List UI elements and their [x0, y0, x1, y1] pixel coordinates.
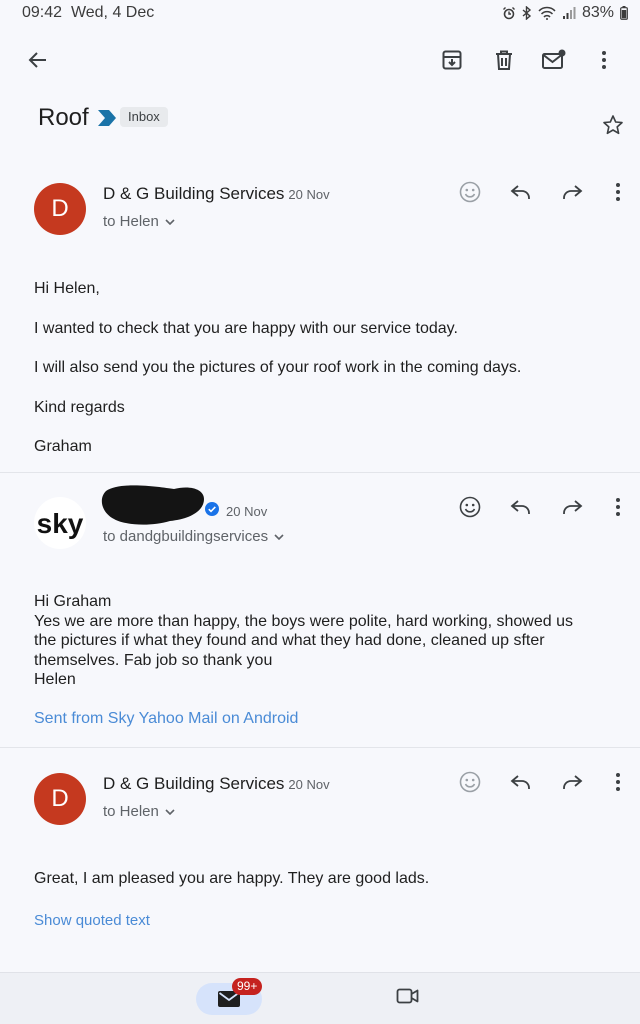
sender-avatar[interactable]: D [34, 773, 86, 825]
back-arrow-icon [28, 52, 46, 68]
alarm-icon [502, 7, 515, 20]
body-line: themselves. Fab job so thank you [34, 651, 273, 669]
battery-icon [620, 6, 628, 20]
recipient-label: to dandgbuildingservices [103, 528, 269, 545]
reply-button[interactable] [501, 487, 541, 527]
recipient-label: to Helen [103, 803, 159, 820]
chevron-down-icon [274, 533, 284, 540]
bluetooth-icon [522, 6, 532, 20]
inbox-label-chip[interactable]: Inbox [120, 107, 168, 127]
message-body: Great, I am pleased you are happy. They … [34, 868, 610, 908]
recipient-toggle[interactable]: to Helen [103, 213, 175, 230]
wifi-icon [538, 6, 556, 20]
bottom-navigation: 99+ [0, 972, 640, 1024]
subject-row: Roof Inbox [38, 100, 640, 136]
trash-icon [496, 50, 512, 70]
message-body: Hi Helen, I wanted to check that you are… [34, 278, 610, 476]
message-actions [450, 172, 633, 212]
emoji-icon [459, 496, 481, 518]
message-actions [450, 487, 633, 527]
back-button[interactable] [18, 40, 58, 80]
sender-line[interactable]: D & G Building Services 20 Nov [103, 774, 330, 794]
unread-count-badge: 99+ [232, 978, 263, 995]
archive-icon [442, 50, 462, 70]
thread-subject: Roof [38, 104, 89, 131]
reply-button[interactable] [501, 172, 541, 212]
forward-button[interactable] [552, 762, 592, 802]
chevron-down-icon [165, 808, 175, 815]
more-vert-icon [602, 51, 606, 69]
sender-line[interactable]: 20 Nov [222, 501, 267, 521]
reply-icon [510, 500, 530, 514]
body-line: Graham [34, 438, 92, 455]
more-options-button[interactable] [584, 40, 624, 80]
body-line: Kind regards [34, 398, 125, 416]
star-icon[interactable] [602, 114, 624, 136]
recipient-toggle[interactable]: to Helen [103, 803, 175, 820]
more-vert-icon [616, 498, 620, 516]
forward-button[interactable] [552, 172, 592, 212]
sender-name: D & G Building Services [103, 184, 285, 203]
message-divider [0, 472, 640, 473]
sender-line[interactable]: D & G Building Services 20 Nov [103, 184, 330, 204]
message-actions [450, 762, 633, 802]
body-line: Yes we are more than happy, the boys wer… [34, 612, 573, 630]
recipient-label: to Helen [103, 213, 159, 230]
message-date: 20 Nov [288, 187, 330, 202]
signal-icon [562, 7, 576, 19]
status-time: 09:42 Wed, 4 Dec [22, 4, 155, 21]
message-more-button[interactable] [603, 762, 633, 802]
body-line: I will also send you the pictures of you… [34, 359, 522, 376]
message-more-button[interactable] [603, 487, 633, 527]
body-line: I wanted to check that you are happy wit… [34, 319, 458, 337]
meet-tab[interactable] [396, 987, 420, 1010]
body-line: Hi Helen, [34, 280, 100, 297]
video-camera-icon [396, 988, 419, 1004]
emoji-icon [459, 771, 481, 793]
more-vert-icon [616, 183, 620, 201]
recipient-toggle[interactable]: to dandgbuildingservices [103, 528, 284, 545]
sky-logo: sky [37, 508, 84, 539]
message-body: Hi Graham Yes we are more than happy, th… [34, 592, 610, 690]
archive-button[interactable] [432, 40, 472, 80]
delete-button[interactable] [484, 40, 524, 80]
chevron-down-icon [165, 218, 175, 225]
show-quoted-text-link[interactable]: Show quoted text [34, 912, 150, 929]
reply-icon [510, 775, 530, 789]
importance-marker-icon[interactable] [98, 110, 116, 126]
redacted-sender-name [101, 485, 204, 525]
react-emoji-button[interactable] [450, 172, 490, 212]
reply-icon [510, 185, 530, 199]
forward-icon [563, 500, 583, 514]
body-line: the pictures if what they found and what… [34, 632, 545, 650]
forward-icon [563, 775, 583, 789]
react-emoji-button[interactable] [450, 762, 490, 802]
body-line: Helen [34, 671, 76, 689]
message-date: 20 Nov [288, 777, 330, 792]
emoji-icon [459, 181, 481, 203]
sender-avatar[interactable]: D [34, 183, 86, 235]
status-icons: 83% [502, 4, 628, 22]
svg-text:sky: sky [37, 508, 84, 539]
message-date: 20 Nov [226, 504, 268, 519]
more-vert-icon [616, 773, 620, 791]
body-line: Great, I am pleased you are happy. They … [34, 870, 430, 887]
status-bar: 09:42 Wed, 4 Dec 83% [0, 0, 640, 28]
signature-link[interactable]: Sent from Sky Yahoo Mail on Android [34, 710, 298, 728]
body-line: Hi Graham [34, 593, 112, 610]
verified-badge-icon [205, 502, 219, 516]
forward-button[interactable] [552, 487, 592, 527]
sender-avatar[interactable]: sky [34, 497, 86, 549]
forward-icon [563, 185, 583, 199]
message-more-button[interactable] [603, 172, 633, 212]
mark-unread-icon [542, 49, 566, 69]
react-emoji-button[interactable] [450, 487, 490, 527]
top-toolbar [0, 40, 640, 80]
mark-unread-button[interactable] [534, 40, 574, 80]
reply-button[interactable] [501, 762, 541, 802]
message-divider [0, 747, 640, 748]
battery-level: 83% [581, 4, 614, 21]
sender-name: D & G Building Services [103, 774, 285, 793]
